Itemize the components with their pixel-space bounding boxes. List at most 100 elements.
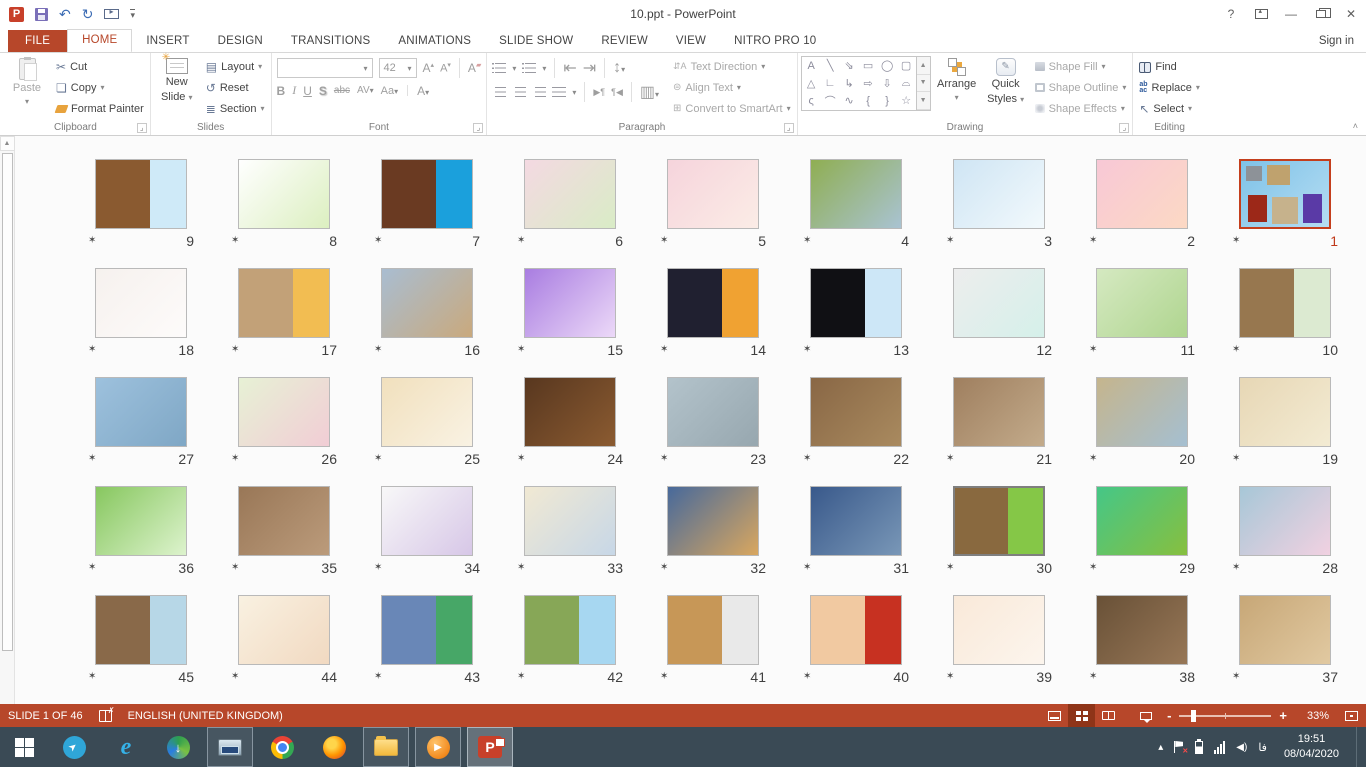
taskbar-app-media-player[interactable]: ▶	[415, 727, 461, 767]
start-button[interactable]	[0, 727, 48, 767]
slide-thumbnail-30[interactable]	[953, 486, 1045, 556]
taskbar-app-on-screen-keyboard[interactable]	[207, 727, 253, 767]
shape-triangle-icon[interactable]: △	[802, 75, 821, 93]
collapse-ribbon-button[interactable]: ˄	[1353, 121, 1358, 131]
shape-left-brace-icon[interactable]: {	[859, 92, 878, 110]
shape-elbow-arrow-connector-icon[interactable]: ↳	[840, 75, 859, 93]
slide-thumbnail-34[interactable]	[381, 486, 473, 556]
columns-button[interactable]: ▥▾	[640, 82, 659, 102]
slide-thumbnail-25[interactable]	[381, 377, 473, 447]
shapes-scroll-up-icon[interactable]: ▲	[917, 57, 930, 75]
slide-thumbnail-33[interactable]	[524, 486, 616, 556]
slide-thumbnail-4[interactable]	[810, 159, 902, 229]
slide-thumbnail-26[interactable]	[238, 377, 330, 447]
shape-star-icon[interactable]: ☆	[897, 92, 916, 110]
shape-arc-icon[interactable]: ⌒	[821, 92, 840, 110]
normal-view-button[interactable]	[1041, 704, 1068, 727]
format-painter-button[interactable]: Format Painter	[53, 98, 147, 119]
scrollbar-up-icon[interactable]: ▲	[0, 136, 15, 151]
taskbar-app-internet-explorer[interactable]: e	[103, 727, 149, 767]
copy-button[interactable]: ❏ Copy ▾	[53, 77, 147, 98]
slide-thumbnail-36[interactable]	[95, 486, 187, 556]
increase-indent-button[interactable]: ⇥	[583, 58, 596, 78]
strikethrough-button[interactable]: abc	[334, 85, 350, 96]
volume-icon[interactable]: ◀)	[1236, 742, 1247, 753]
shape-line-icon[interactable]: ╲	[821, 57, 840, 75]
shapes-more-icon[interactable]: ▼	[917, 92, 930, 110]
sign-in-link[interactable]: Sign in	[1319, 35, 1354, 47]
slide-thumbnail-12[interactable]	[953, 268, 1045, 338]
minimize-button[interactable]: —	[1276, 2, 1306, 26]
shape-curve-icon[interactable]: ∿	[840, 92, 859, 110]
numbering-button[interactable]	[522, 63, 536, 73]
save-icon[interactable]	[35, 8, 48, 21]
vertical-scrollbar[interactable]: ▲	[0, 136, 15, 704]
slide-thumbnail-28[interactable]	[1239, 486, 1331, 556]
slide-thumbnail-5[interactable]	[667, 159, 759, 229]
slide-thumbnail-13[interactable]	[810, 268, 902, 338]
zoom-slider-thumb[interactable]	[1191, 710, 1196, 722]
tab-home[interactable]: HOME	[67, 29, 132, 53]
find-button[interactable]: Find	[1136, 56, 1203, 77]
restore-button[interactable]	[1306, 2, 1336, 26]
ribbon-display-options-button[interactable]	[1246, 2, 1276, 26]
left-to-right-button[interactable]: ▶¶	[593, 87, 605, 98]
taskbar-app-telegram[interactable]: ➤	[51, 727, 97, 767]
zoom-out-button[interactable]: -	[1167, 708, 1171, 723]
shape-arrow-icon[interactable]: ⇘	[840, 57, 859, 75]
drawing-dialog-launcher[interactable]: ⌟	[1119, 123, 1129, 133]
arrange-button[interactable]: Arrange ▾	[934, 56, 980, 102]
right-to-left-button[interactable]: ¶◀	[611, 87, 623, 98]
select-button[interactable]: ↖ Select ▾	[1136, 98, 1203, 119]
shape-effects-button[interactable]: Shape Effects ▾	[1032, 98, 1130, 119]
justify-button[interactable]	[552, 87, 566, 97]
slide-thumbnail-21[interactable]	[953, 377, 1045, 447]
undo-icon[interactable]: ↶	[59, 6, 71, 23]
slide-thumbnail-18[interactable]	[95, 268, 187, 338]
shape-outline-button[interactable]: Shape Outline ▾	[1032, 77, 1130, 98]
replace-button[interactable]: abac Replace ▾	[1136, 77, 1203, 98]
zoom-in-button[interactable]: +	[1279, 708, 1287, 723]
taskbar-app-idm[interactable]: ↓	[155, 727, 201, 767]
new-slide-button[interactable]: New Slide ▾	[154, 56, 200, 103]
tab-transitions[interactable]: TRANSITIONS	[277, 31, 385, 52]
slide-thumbnail-1[interactable]	[1239, 159, 1331, 229]
convert-to-smartart-button[interactable]: ⊞ Convert to SmartArt ▾	[670, 98, 794, 119]
slide-thumbnail-17[interactable]	[238, 268, 330, 338]
zoom-percentage[interactable]: 33%	[1295, 710, 1329, 722]
align-center-button[interactable]	[512, 87, 526, 97]
slide-thumbnail-32[interactable]	[667, 486, 759, 556]
slide-thumbnail-7[interactable]	[381, 159, 473, 229]
taskbar-app-powerpoint[interactable]: P	[467, 727, 513, 767]
reset-button[interactable]: ↺ Reset	[203, 77, 268, 98]
start-from-beginning-icon[interactable]	[104, 9, 119, 19]
slide-thumbnail-3[interactable]	[953, 159, 1045, 229]
grow-font-button[interactable]: A▴	[423, 61, 435, 75]
help-button[interactable]: ?	[1216, 2, 1246, 26]
layout-button[interactable]: ▤ Layout ▾	[203, 56, 268, 77]
slide-thumbnail-42[interactable]	[524, 595, 616, 665]
font-color-button[interactable]: A▾	[417, 84, 429, 98]
shape-right-brace-icon[interactable]: }	[878, 92, 897, 110]
slide-thumbnail-31[interactable]	[810, 486, 902, 556]
slide-thumbnail-45[interactable]	[95, 595, 187, 665]
spell-check-icon[interactable]	[99, 710, 112, 722]
shape-pie-icon[interactable]: ⌓	[897, 75, 916, 93]
paragraph-dialog-launcher[interactable]: ⌟	[784, 123, 794, 133]
font-size-combo[interactable]: 42▾	[379, 58, 417, 78]
font-dialog-launcher[interactable]: ⌟	[473, 123, 483, 133]
show-desktop-button[interactable]	[1356, 727, 1363, 767]
tab-animations[interactable]: ANIMATIONS	[384, 31, 485, 52]
taskbar-app-file-explorer[interactable]	[363, 727, 409, 767]
tab-view[interactable]: VIEW	[662, 31, 720, 52]
slide-thumbnail-22[interactable]	[810, 377, 902, 447]
action-center-flag-icon[interactable]	[1174, 741, 1184, 753]
taskbar-app-chrome[interactable]	[259, 727, 305, 767]
cut-button[interactable]: ✂ Cut	[53, 56, 147, 77]
slide-thumbnail-8[interactable]	[238, 159, 330, 229]
zoom-slider[interactable]	[1179, 715, 1271, 717]
slide-thumbnail-10[interactable]	[1239, 268, 1331, 338]
close-button[interactable]: ✕	[1336, 2, 1366, 26]
section-button[interactable]: ≣ Section ▾	[203, 98, 268, 119]
align-right-button[interactable]	[532, 87, 546, 97]
